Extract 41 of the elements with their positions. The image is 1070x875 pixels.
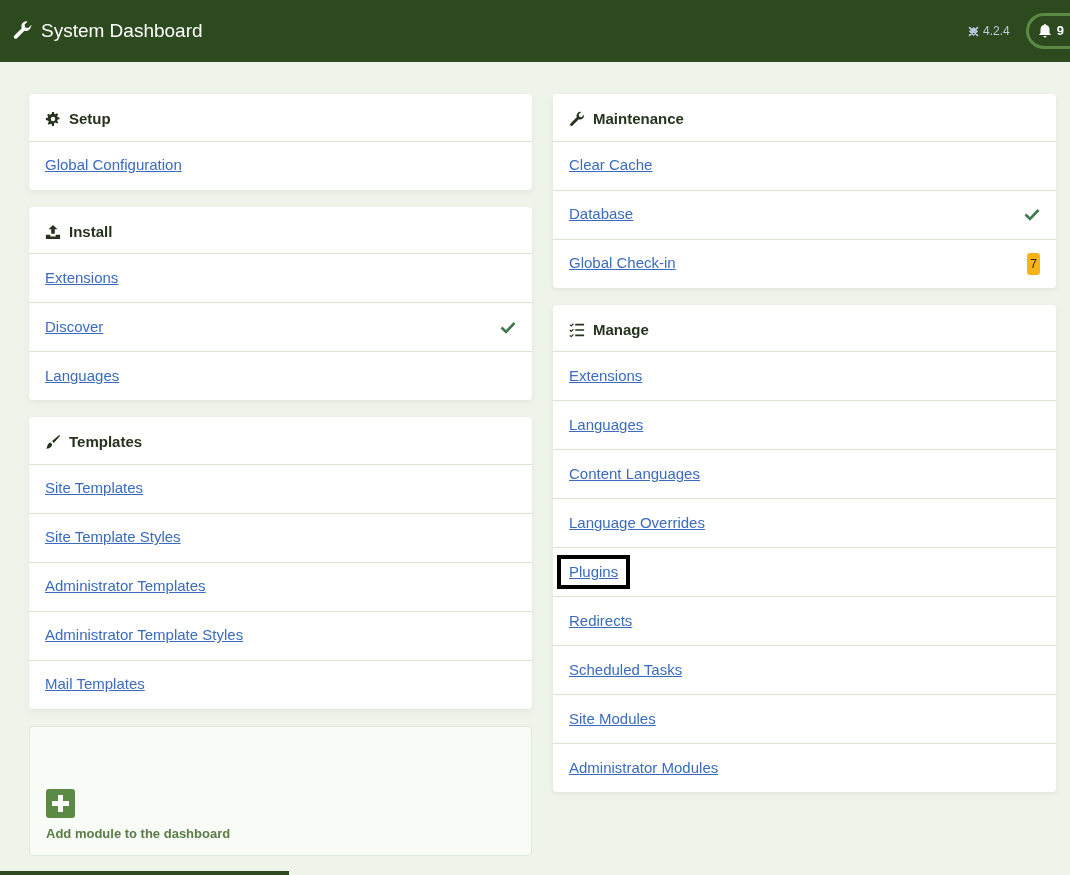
menu-link[interactable]: Administrator Template Styles	[45, 624, 244, 647]
count-badge: 7	[1027, 252, 1040, 275]
page-title: System Dashboard	[41, 18, 203, 43]
notifications-button[interactable]: 9	[1025, 13, 1070, 49]
menu-link[interactable]: Scheduled Tasks	[569, 658, 683, 682]
brush-icon	[45, 434, 61, 451]
menu-link[interactable]: Site Templates	[45, 477, 144, 500]
check-icon	[500, 320, 516, 334]
menu-link[interactable]: Redirects	[569, 609, 633, 633]
add-module-link[interactable]: Add module to the dashboard	[46, 825, 231, 841]
menu-link[interactable]: Plugins	[557, 555, 631, 589]
checklist-icon	[569, 321, 585, 338]
card-title: Setup	[69, 109, 111, 129]
wrench-icon	[569, 111, 585, 128]
upload-icon	[45, 223, 61, 240]
menu-link[interactable]: Extensions	[569, 364, 643, 388]
bell-icon	[1036, 23, 1053, 39]
menu-link[interactable]: Languages	[569, 413, 644, 437]
wrench-icon	[13, 21, 33, 41]
menu-link[interactable]: Languages	[45, 364, 120, 388]
menu-link[interactable]: Administrator Templates	[45, 575, 206, 598]
menu-link[interactable]: Database	[569, 203, 634, 226]
add-icon[interactable]	[46, 788, 75, 818]
check-icon	[1024, 208, 1040, 221]
menu-link[interactable]: Extensions	[45, 266, 119, 290]
card-title: Templates	[69, 432, 143, 452]
card-title: Manage	[593, 319, 649, 340]
menu-link[interactable]: Discover	[45, 315, 104, 339]
menu-link[interactable]: Language Overrides	[569, 511, 705, 535]
gear-icon	[45, 111, 61, 128]
menu-link[interactable]: Site Modules	[569, 707, 656, 731]
menu-link[interactable]: Global Configuration	[45, 154, 182, 177]
menu-link[interactable]: Administrator Modules	[569, 756, 719, 780]
menu-link[interactable]: Mail Templates	[45, 673, 145, 696]
menu-link[interactable]: Content Languages	[569, 462, 700, 486]
card-title: Maintenance	[593, 109, 684, 129]
menu-link[interactable]: Clear Cache	[569, 154, 653, 177]
card-title: Install	[69, 221, 113, 242]
version-label: 4.2.4	[983, 23, 1010, 40]
menu-link[interactable]: Site Template Styles	[45, 526, 181, 549]
menu-link[interactable]: Global Check-in	[569, 252, 676, 275]
